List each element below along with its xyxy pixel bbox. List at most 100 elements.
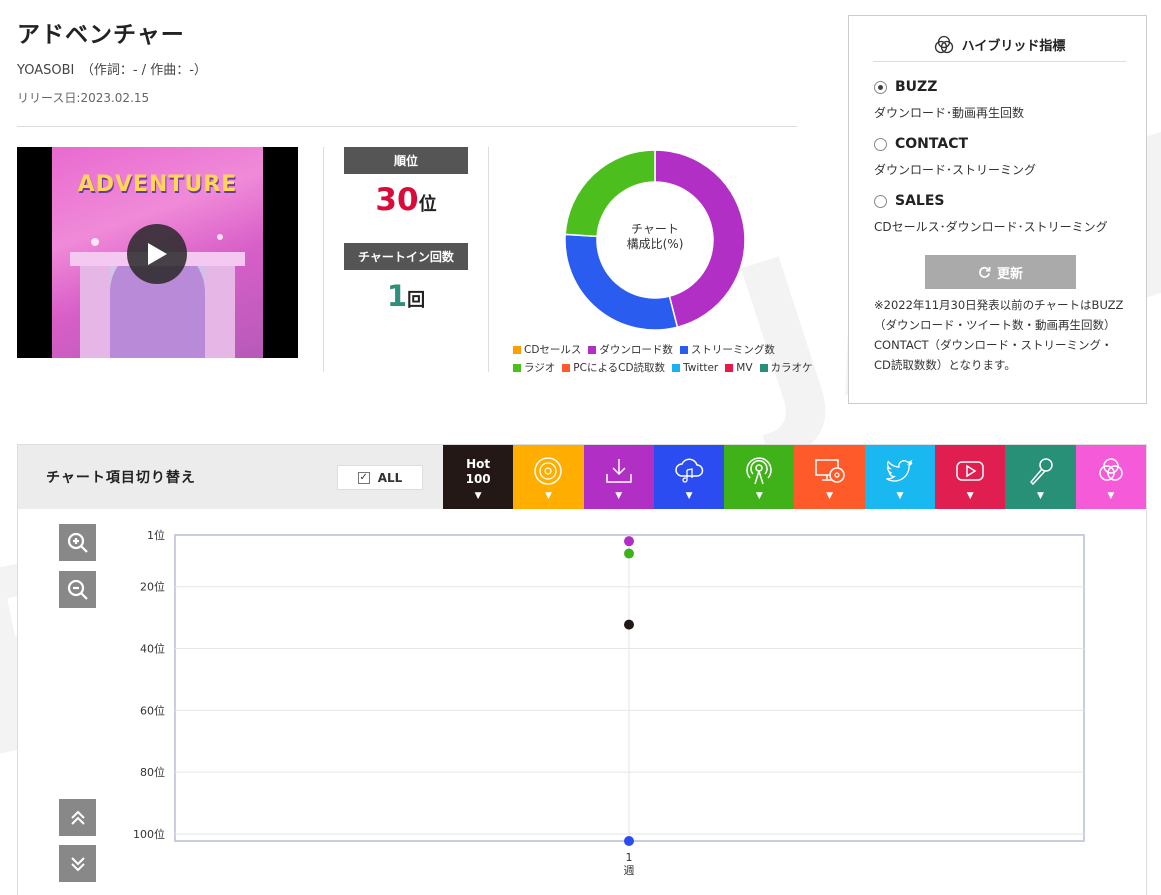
hybrid-icon [1099,458,1123,481]
scroll-up-button[interactable] [59,799,96,836]
hot-number: 100 [465,472,491,486]
chevron-down-icon: ▼ [1107,491,1115,501]
rank-value: 30位 [344,182,468,218]
legend-item: Twitter [672,360,718,375]
radio-label: SALES [895,193,945,209]
hybrid-title: ハイブリッド指標 [961,39,1066,54]
legend-item: CDセールス [513,342,581,357]
all-label: ALL [377,470,403,485]
radio-desc: ダウンロード･動画再生回数 [874,106,1025,120]
donut-center-line2: 構成比(%) [626,237,684,251]
double-chevron-up-icon [70,810,85,825]
hybrid-note: ※2022年11月30日発表以前のチャートはBUZZ（ダウンロード・ツイート数・… [874,298,1124,372]
update-button[interactable]: 更新 [925,255,1076,289]
zoom-in-button[interactable] [59,524,96,561]
chevron-down-icon: ▼ [544,491,552,501]
radio-icon [746,457,773,485]
refresh-icon [979,266,991,278]
chart-in-value: 1回 [344,279,468,313]
cd-sales-icon [534,457,563,485]
radio-label: CONTACT [895,136,969,152]
play-icon [148,243,167,265]
tab-mv[interactable]: ▼ [935,445,1006,509]
play-button[interactable] [127,224,187,284]
zoom-out-button[interactable] [59,571,96,608]
tab-hot100[interactable]: Hot 100 ▼ [443,445,514,509]
song-title: アドベンチャー [17,22,185,48]
legend-swatch [759,363,768,372]
cover-title: ADVENTURE [77,172,238,197]
chevron-down-icon: ▼ [966,491,974,501]
donut-center-label: チャート 構成比(%) [605,222,705,252]
streaming-icon [675,458,704,483]
legend-item: ダウンロード数 [588,342,673,357]
update-label: 更新 [996,266,1023,282]
rank-unit: 位 [418,194,437,215]
video-thumbnail[interactable]: ADVENTURE [17,147,298,358]
radio-buzz[interactable]: BUZZ [874,79,937,95]
checkbox-icon[interactable]: ✓ [357,471,370,484]
rank-number: 30 [375,182,419,218]
legend-swatch [562,363,571,372]
chart-in-number: 1 [386,279,408,313]
all-toggle[interactable]: ✓ ALL [337,465,423,490]
radio-desc: CDセールス･ダウンロード･ストリーミング [874,220,1108,234]
chart-section: チャート項目切り替え ✓ ALL Hot 100 ▼ ▼ ▼ ▼ ▼ ▼ ▼ ▼… [17,444,1147,895]
scroll-down-button[interactable] [59,845,96,882]
divider [323,147,324,372]
mv-icon [956,461,984,481]
toggle-title: チャート項目切り替え [46,470,196,486]
legend-swatch [679,345,688,354]
radio-circle[interactable] [874,80,887,94]
double-chevron-down-icon [70,856,85,871]
venn-icon [934,35,953,53]
tab-hybrid[interactable]: ▼ [1075,445,1146,509]
chevron-down-icon: ▼ [685,491,693,501]
donut-center-line1: チャート [631,222,679,236]
donut-legend-row1: CDセールス ダウンロード数 ストリーミング数 [513,342,775,357]
legend-label: ダウンロード数 [599,344,673,356]
radio-label: BUZZ [895,79,938,95]
chart-category-tabs: Hot 100 ▼ ▼ ▼ ▼ ▼ ▼ ▼ ▼ ▼ ▼ [443,445,1146,509]
legend-swatch [513,345,521,354]
chevron-down-icon: ▼ [826,491,834,501]
donut-legend-row2: ラジオ PCによるCD読取数 Twitter MV カラオケ [513,360,813,375]
legend-label: カラオケ [770,362,813,374]
radio-circle[interactable] [874,194,887,208]
chart-in-unit: 回 [407,290,426,311]
chevron-down-icon: ▼ [1037,491,1044,501]
tab-radio[interactable]: ▼ [724,445,795,509]
tab-download[interactable]: ▼ [583,445,654,509]
artist-credit: YOASOBI （作詞：- / 作曲：-） [17,63,207,78]
legend-swatch [513,363,521,372]
zoom-out-icon [67,579,88,600]
chevron-down-icon: ▼ [896,491,904,501]
pc-cd-read-icon [814,459,845,483]
chevron-down-icon: ▼ [474,491,482,501]
legend-label: PCによるCD読取数 [573,362,666,374]
legend-label: ラジオ [524,362,556,374]
hot-label: Hot [466,457,491,471]
legend-item: PCによるCD読取数 [562,360,665,375]
karaoke-icon [1029,458,1053,486]
radio-sales[interactable]: SALES [874,193,945,209]
legend-swatch [672,363,681,372]
hybrid-header: ハイブリッド指標 [873,28,1126,62]
divider [488,147,489,372]
tab-streaming[interactable]: ▼ [653,445,725,509]
rank-label: 順位 [344,147,468,174]
tab-pc-cd-read[interactable]: ▼ [794,445,865,509]
tab-cd-sales[interactable]: ▼ [513,445,584,509]
chevron-down-icon: ▼ [755,491,763,501]
twitter-icon [886,459,913,482]
legend-item: ラジオ [513,360,555,375]
legend-label: CDセールス [524,344,582,356]
legend-label: Twitter [683,361,719,374]
radio-contact[interactable]: CONTACT [874,136,968,152]
tab-twitter[interactable]: ▼ [864,445,936,509]
chart-toggle-bar: チャート項目切り替え ✓ ALL Hot 100 ▼ ▼ ▼ ▼ ▼ ▼ ▼ ▼… [18,445,1146,509]
tab-karaoke[interactable]: ▼ [1005,445,1076,509]
legend-label: MV [736,361,753,374]
radio-circle[interactable] [874,137,887,151]
legend-item: MV [725,360,753,375]
